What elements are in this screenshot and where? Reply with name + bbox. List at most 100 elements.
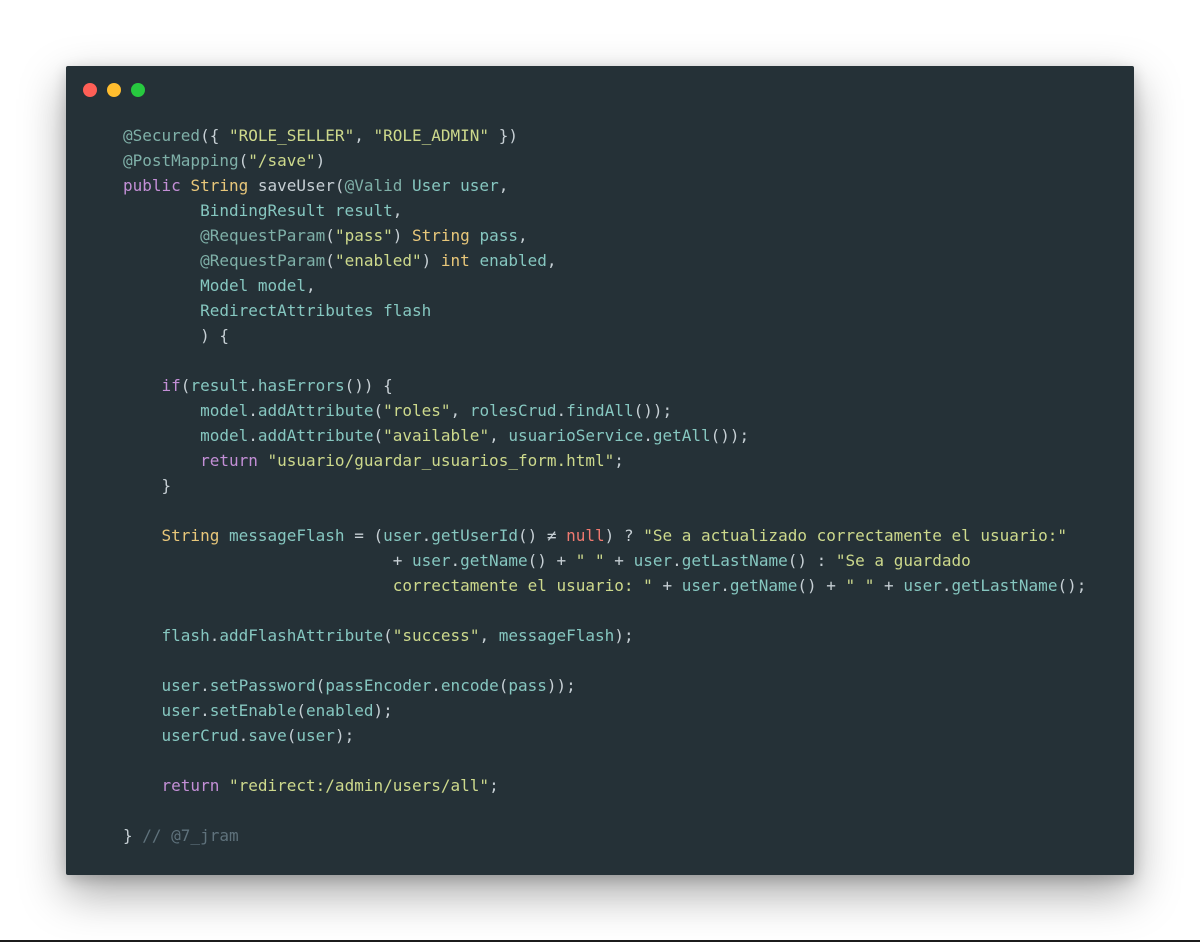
code-token: @Valid xyxy=(344,176,403,195)
code-token: @PostMapping xyxy=(123,151,239,170)
code-token: getAll xyxy=(652,426,711,445)
code-token: ) { xyxy=(123,326,229,345)
code-line: model.addAttribute("available", usuarioS… xyxy=(123,423,1086,448)
minimize-dot-icon[interactable] xyxy=(107,83,121,97)
code-token: () ≠ xyxy=(517,526,567,545)
code-token: () + xyxy=(797,576,846,595)
code-token: "ROLE_ADMIN" xyxy=(373,126,490,145)
code-token: } xyxy=(123,826,143,845)
code-token: setPassword xyxy=(209,676,316,695)
code-token: "Se a actualizado correctamente el usuar… xyxy=(643,526,1068,545)
code-token: ( xyxy=(180,376,191,395)
code-token: ( xyxy=(498,676,509,695)
code-token: , xyxy=(517,226,528,245)
code-token: ) xyxy=(421,251,441,270)
code-token: . xyxy=(200,676,210,695)
code-token: String xyxy=(190,176,249,195)
code-token: model xyxy=(200,401,249,420)
code-token: "success" xyxy=(392,626,480,645)
code-line: BindingResult result, xyxy=(123,198,1086,223)
code-token: ()) { xyxy=(344,376,393,395)
code-token: . xyxy=(248,376,258,395)
code-token: ( xyxy=(325,251,335,270)
code-line: @PostMapping("/save") xyxy=(123,148,1086,173)
close-dot-icon[interactable] xyxy=(83,83,97,97)
code-token: , xyxy=(479,626,499,645)
code-token: } xyxy=(123,476,172,495)
code-token: " " xyxy=(575,551,605,570)
code-line: flash.addFlashAttribute("success", messa… xyxy=(123,623,1086,648)
code-token: getName xyxy=(729,576,798,595)
code-token: "roles" xyxy=(383,401,451,420)
code-token: ( xyxy=(296,701,307,720)
maximize-dot-icon[interactable] xyxy=(131,83,145,97)
code-block: @Secured({ "ROLE_SELLER", "ROLE_ADMIN" }… xyxy=(123,123,1086,848)
code-token: ( xyxy=(373,401,384,420)
code-line: RedirectAttributes flash xyxy=(123,298,1086,323)
code-token: ()); xyxy=(710,426,750,445)
code-token: getUserId xyxy=(431,526,518,545)
code-token: user xyxy=(633,551,673,570)
code-token: hasErrors xyxy=(257,376,345,395)
code-token: messageFlash xyxy=(498,626,615,645)
code-token: @RequestParam xyxy=(200,226,326,245)
page: @Secured({ "ROLE_SELLER", "ROLE_ADMIN" }… xyxy=(0,0,1200,942)
code-token: , xyxy=(306,276,316,295)
code-token: ); xyxy=(373,701,393,720)
code-line: public String saveUser(@Valid User user, xyxy=(123,173,1086,198)
code-token: user xyxy=(296,726,335,745)
code-line: if(result.hasErrors()) { xyxy=(123,373,1086,398)
code-token: Model model xyxy=(200,276,307,295)
code-token: addAttribute xyxy=(257,401,374,420)
code-token: setEnable xyxy=(209,701,297,720)
code-token: "/save" xyxy=(248,151,316,170)
code-token: encode xyxy=(440,676,499,695)
code-line: @RequestParam("pass") String pass, xyxy=(123,223,1086,248)
code-token: correctamente el usuario: " xyxy=(392,576,653,595)
code-token: () : xyxy=(787,551,836,570)
code-token: user xyxy=(681,576,721,595)
code-token: . xyxy=(421,526,432,545)
code-token: ) xyxy=(315,151,326,170)
code-token: . xyxy=(672,551,682,570)
code-token: ) ? xyxy=(604,526,644,545)
code-token: , xyxy=(498,176,509,195)
code-token: ) xyxy=(392,226,412,245)
code-token: , xyxy=(489,426,509,445)
code-token: getLastName xyxy=(951,576,1058,595)
code-token: "pass" xyxy=(334,226,393,245)
code-token: ); xyxy=(334,726,355,745)
code-token: ( xyxy=(238,151,249,170)
code-token: userCrud xyxy=(161,726,239,745)
code-token: public xyxy=(123,176,181,195)
code-token: getName xyxy=(460,551,528,570)
code-line: } xyxy=(123,473,1086,498)
code-token: . xyxy=(248,426,258,445)
code-token: + xyxy=(123,551,412,570)
code-token: + xyxy=(652,576,682,595)
code-token: user xyxy=(383,526,422,545)
code-line: return "usuario/guardar_usuarios_form.ht… xyxy=(123,448,1086,473)
code-token: ()); xyxy=(633,401,673,420)
code-token: ( xyxy=(325,226,335,245)
code-token: enabled xyxy=(479,251,547,270)
code-token: . xyxy=(209,626,220,645)
code-token: findAll xyxy=(566,401,634,420)
